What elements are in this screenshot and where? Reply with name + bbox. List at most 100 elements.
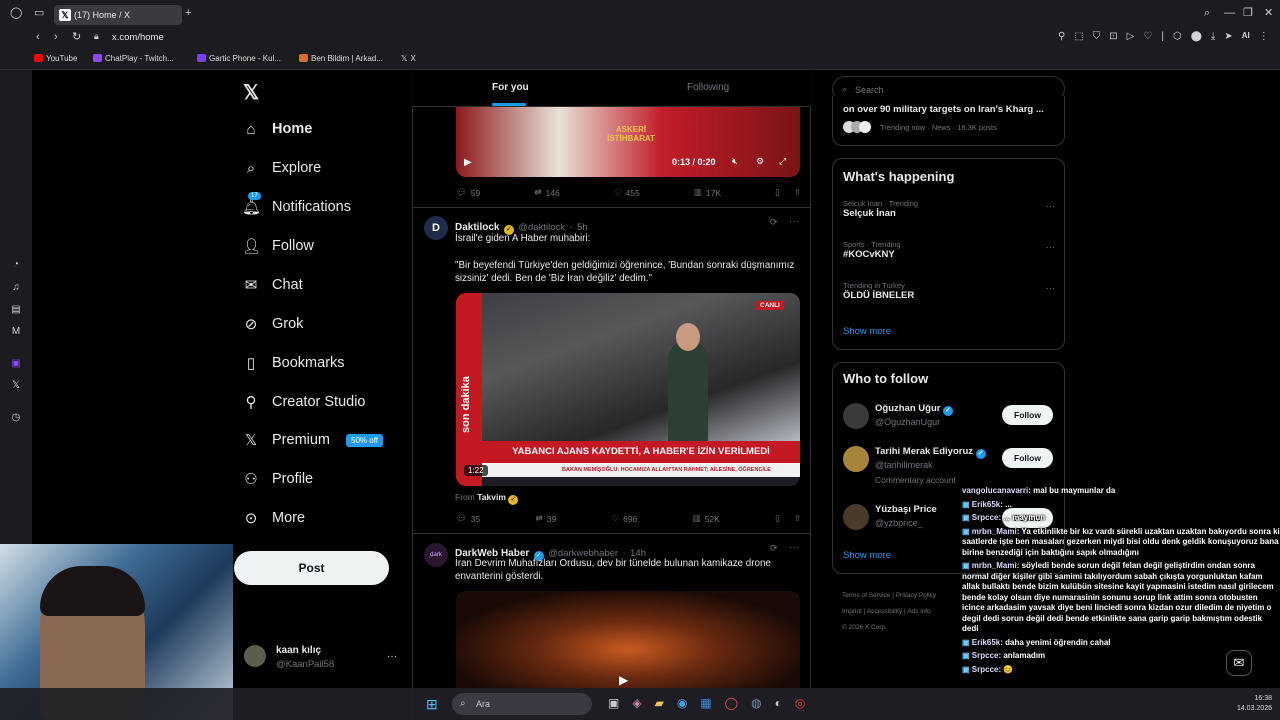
ai-button[interactable]: AI [1242, 31, 1250, 42]
trend-item[interactable]: Selcuk Inan · Trending Selçuk İnan ··· [843, 199, 1055, 229]
reply-button[interactable]: 💬︎ 59 [456, 187, 480, 198]
nav-home[interactable]: ⌂ Home [242, 113, 312, 145]
task-view-icon[interactable]: ▣ [608, 696, 619, 710]
tweet3-video[interactable]: ▶ [456, 591, 800, 688]
play-icon[interactable]: ▷ [1127, 31, 1135, 42]
suggest-name[interactable]: Oğuzhan Uğur ✓ [875, 403, 954, 416]
post-button[interactable]: Post [234, 551, 389, 585]
snapshot-icon[interactable]: ⬚ [1074, 31, 1083, 42]
nav-more[interactable]: ⊙ More [242, 502, 305, 534]
avatar[interactable] [843, 446, 869, 472]
bookmark-chatplay[interactable]: ChatPlay - Twitch... [93, 54, 174, 63]
history-icon[interactable]: ◷ [10, 412, 22, 424]
share-icon[interactable]: ⇧ [794, 513, 801, 524]
vpn-icon[interactable]: ⊡ [1109, 31, 1117, 42]
source-link[interactable]: Takvim [477, 492, 506, 502]
opera-logo-icon[interactable]: ◯ [10, 8, 22, 19]
daktilock-avatar[interactable]: D [424, 216, 448, 240]
darkweb-avatar[interactable]: dark [424, 543, 448, 567]
like-button[interactable]: ♡ 696 [612, 513, 638, 524]
trend-more-icon[interactable]: ··· [1046, 201, 1055, 211]
account-menu-icon[interactable]: ··· [387, 651, 397, 662]
search-tabs-icon[interactable]: ⌕ [1204, 8, 1210, 19]
reload-icon[interactable]: ↻ [72, 32, 81, 43]
pin-icon[interactable]: ⚲ [1058, 31, 1065, 42]
store-icon[interactable]: ▦ [700, 696, 711, 710]
back-icon[interactable]: ‹ [36, 32, 40, 43]
music-icon[interactable]: ♫ [10, 282, 22, 294]
maximize-icon[interactable]: ❐ [1243, 8, 1253, 19]
mute-icon[interactable]: 🔇︎ [732, 156, 738, 167]
send-icon[interactable]: ➤ [1224, 31, 1232, 42]
twitch-icon[interactable]: ▣ [10, 358, 22, 370]
show-more-link[interactable]: Show more [843, 550, 891, 561]
discord-icon[interactable]: ◍ [751, 696, 761, 710]
profile-icon[interactable]: ⬤ [1191, 31, 1202, 42]
close-window-icon[interactable]: ✕ [1264, 8, 1273, 19]
nav-follow[interactable]: 👤︎ Follow [242, 230, 314, 262]
nav-bookmarks[interactable]: ▯ Bookmarks [242, 347, 345, 379]
nav-notifications[interactable]: 🔔︎ 17 Notifications [242, 191, 351, 223]
menu-icon[interactable]: ⋮ [1259, 31, 1269, 42]
fullscreen-icon[interactable]: ⤢ [779, 156, 786, 167]
taskbar-clock[interactable]: 16:38 14.03.2026 [1228, 694, 1272, 714]
app-icon[interactable]: ◎ [795, 696, 805, 710]
copilot-icon[interactable]: ◈ [632, 696, 641, 710]
start-icon[interactable]: ⊞ [426, 696, 438, 713]
top-story-card[interactable]: on over 90 military targets on Iran's Kh… [832, 96, 1065, 146]
trend-item[interactable]: Sports · Trending #KOCvKNY ··· [843, 240, 1055, 270]
repost-button[interactable]: ⇄ 39 [536, 513, 557, 524]
trend-more-icon[interactable]: ··· [1046, 283, 1055, 293]
steam-icon[interactable]: ◐ [775, 696, 782, 710]
share-icon[interactable]: ⇧ [794, 187, 801, 198]
pinboard-icon[interactable]: ▤ [10, 304, 22, 316]
footer-link[interactable]: Privacy Policy [896, 592, 936, 599]
tab-for-you[interactable]: For you [492, 82, 529, 93]
show-more-link[interactable]: Show more [843, 326, 891, 337]
tab-following[interactable]: Following [687, 82, 729, 93]
minimize-icon[interactable]: — [1224, 8, 1235, 19]
nav-chat[interactable]: ✉ Chat [242, 269, 303, 301]
x-logo-icon[interactable]: 𝕏 [243, 80, 259, 105]
nav-creator-studio[interactable]: ⚲ Creator Studio [242, 386, 366, 418]
x-sidebar-icon[interactable]: 𝕏 [10, 380, 22, 392]
trend-item[interactable]: Trending in Turkey ÖLDÜ İBNELER ··· [843, 281, 1055, 311]
aria-icon[interactable]: ◔ [10, 259, 22, 271]
nav-grok[interactable]: ⊘ Grok [242, 308, 304, 340]
bookmark-youtube[interactable]: YouTube [34, 54, 77, 63]
tweet1-video[interactable]: ASKERİ İSTİHBARAT ▶ 0:13 / 0:20 🔇︎ ⚙ ⤢ [456, 107, 800, 177]
download-icon[interactable]: ⤓ [1211, 31, 1215, 42]
footer-link[interactable]: Terms of Service [842, 592, 890, 599]
repost-button[interactable]: ⇄ 146 [534, 187, 559, 198]
messenger-icon[interactable]: M [10, 326, 22, 338]
views-button[interactable]: ▥ 17K [694, 187, 721, 198]
nav-premium[interactable]: 𝕏 Premium 50% off [242, 424, 383, 456]
tweet-more-icon[interactable]: ··· [789, 216, 799, 227]
nav-profile[interactable]: ⚇ Profile [242, 463, 313, 495]
bookmark-icon[interactable]: ▯ [775, 513, 780, 524]
nav-explore[interactable]: ⌕ Explore [242, 152, 321, 184]
edge-icon[interactable]: ◉ [677, 696, 687, 710]
trend-more-icon[interactable]: ··· [1046, 242, 1055, 252]
bookmark-icon[interactable]: ▯ [775, 187, 780, 198]
footer-link[interactable]: Accessibility [867, 608, 902, 615]
account-avatar[interactable] [244, 645, 266, 667]
opera-icon[interactable]: ◯ [725, 696, 738, 710]
reply-button[interactable]: 💬︎ 35 [456, 513, 480, 524]
like-button[interactable]: ♡ 455 [614, 187, 640, 198]
new-tab-icon[interactable]: + [185, 8, 191, 19]
tweet-more-icon[interactable]: ··· [789, 542, 799, 553]
bookmark-benbildim[interactable]: Ben Bildim | Arkad... [299, 54, 383, 63]
heart-icon[interactable]: ♡ [1143, 31, 1152, 42]
shield-icon[interactable]: ⛉ [1093, 31, 1101, 42]
video-play-icon[interactable]: ▶ [464, 157, 472, 168]
avatar[interactable] [843, 403, 869, 429]
forward-icon[interactable]: › [54, 32, 58, 43]
follow-button[interactable]: Follow [1002, 448, 1053, 468]
taskbar-search[interactable]: ⌕ Ara [452, 693, 592, 715]
views-button[interactable]: ▥ 52K [693, 513, 720, 524]
footer-link[interactable]: Imprint [842, 608, 862, 615]
active-tab[interactable]: 𝕏 (17) Home / X [54, 5, 182, 25]
workspaces-icon[interactable]: ▭ [34, 8, 44, 19]
avatar[interactable] [843, 504, 869, 530]
